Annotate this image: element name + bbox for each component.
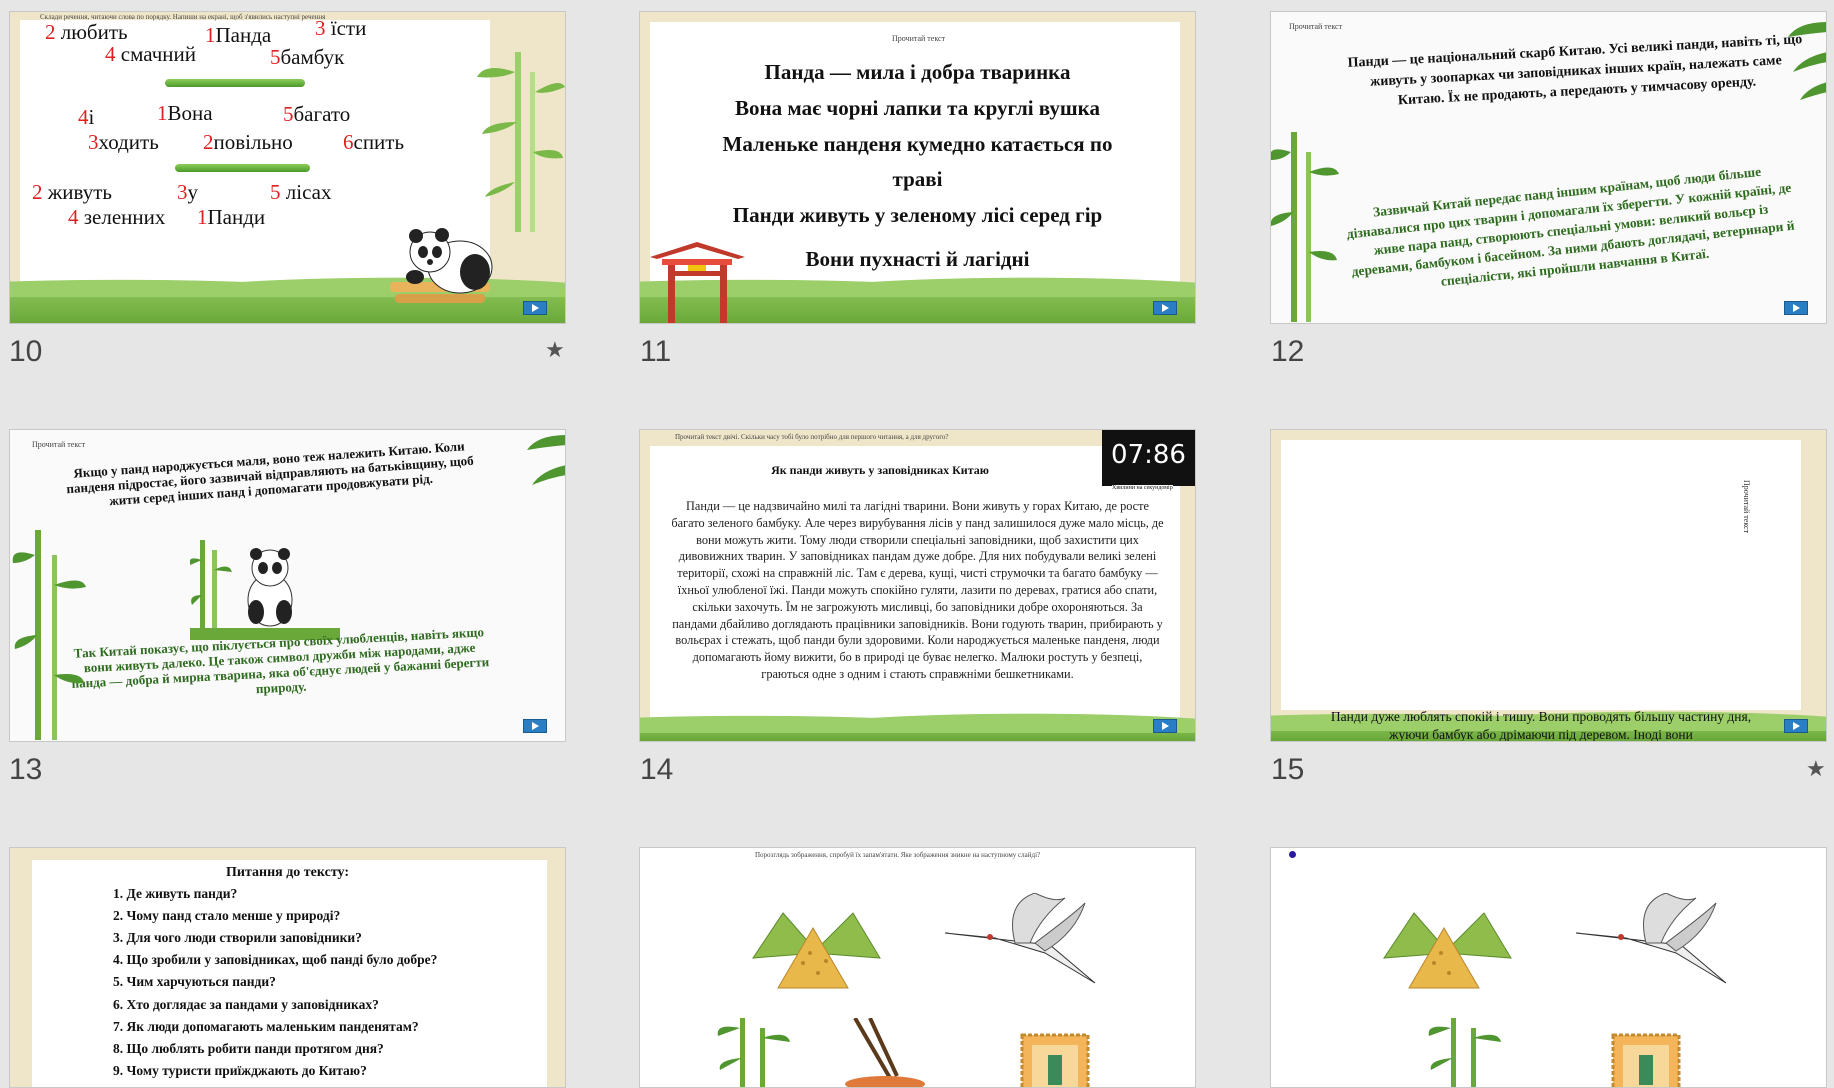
postage-stamp-icon: [1020, 1033, 1090, 1087]
slide-number: 10: [9, 335, 43, 368]
question-item: 8. Що люблять робити панди протягом дня?: [113, 1041, 384, 1056]
slide-content-area: [1281, 440, 1801, 710]
postage-stamp-icon: [1611, 1033, 1681, 1087]
rice-dumpling-icon: [752, 912, 881, 989]
slide-number: 14: [640, 753, 674, 786]
text-line: Вона має чорні лапки та круглі вушка: [735, 96, 1100, 120]
word-item: 1Вона: [157, 101, 213, 125]
slide-title: Прочитай текст: [1289, 22, 1343, 31]
bamboo-icon: [1271, 132, 1339, 322]
slide-number: 12: [1271, 335, 1305, 368]
article-title: Як панди живуть у заповідниках Китаю: [771, 463, 989, 477]
stopwatch-timer[interactable]: 07:86: [1102, 430, 1195, 486]
text-line: траві: [892, 167, 943, 191]
bamboo-icon: [477, 52, 565, 232]
question-item: 1. Де живуть панди?: [113, 886, 238, 901]
bamboo-icon: [1788, 22, 1826, 100]
rice-dumpling-icon: [1383, 912, 1512, 989]
word-item: 3 їсти: [315, 16, 367, 40]
slide-thumbnail-14[interactable]: Прочитай текст двічі. Скільки часу тобі …: [639, 429, 1196, 742]
article-body: Панди — це надзвичайно милі та лагідні т…: [671, 499, 1164, 681]
star-icon: ★: [545, 337, 565, 362]
word-item: 4 зеленних: [68, 205, 166, 229]
slide-thumbnail-10[interactable]: Склади речення, читаючи слова по порядку…: [9, 11, 566, 324]
panda-icon: [190, 540, 340, 640]
slide-thumbnail-17[interactable]: Порозглядь зображення, спробуй їх запам'…: [639, 847, 1196, 1088]
bamboo-icon: [1428, 1018, 1501, 1087]
timer-label: Хвилини на секундомір: [1112, 485, 1173, 491]
star-icon: ★: [1806, 756, 1826, 781]
word-item: 1Панди: [197, 205, 266, 229]
question-item: 5. Чим харчуються панди?: [113, 974, 276, 989]
slide-number: 11: [640, 335, 672, 368]
slide-thumbnail-18[interactable]: [1270, 847, 1827, 1088]
text-line: Маленьке панденя кумедно катається по: [722, 132, 1113, 156]
paragraph: Так Китай показує, що піклується про сво…: [71, 624, 490, 697]
word-item: 6спить: [343, 130, 405, 154]
slide-thumbnail-12[interactable]: Прочитай текст Панди — це національний с…: [1270, 11, 1827, 324]
crane-icon: [1575, 893, 1727, 984]
bamboo-stick-divider: [175, 164, 310, 172]
slide-instruction: Прочитай текст двічі. Скільки часу тобі …: [675, 433, 949, 441]
word-item: 3ходить: [88, 130, 159, 154]
play-icon[interactable]: [1153, 719, 1177, 733]
word-item: 5бамбук: [270, 45, 345, 69]
bamboo-icon: [527, 435, 565, 485]
question-item: 9. Чому туристи приїжджають до Китаю?: [113, 1063, 367, 1078]
timer-value: 07:86: [1111, 440, 1186, 470]
panda-icon: [390, 228, 493, 303]
question-item: 2. Чому панд стало менше у природі?: [113, 908, 341, 923]
question-item: 3. Для чого люди створили заповідники?: [113, 930, 362, 945]
slide-thumbnail-16[interactable]: Питання до тексту: 1. Де живуть панди? 2…: [9, 847, 566, 1088]
questions-title: Питання до тексту:: [226, 865, 349, 880]
slide-title: Прочитай текст: [892, 34, 946, 43]
play-icon[interactable]: [1784, 301, 1808, 315]
slide-thumbnail-11[interactable]: Прочитай текст Панда — мила і добра твар…: [639, 11, 1196, 324]
bamboo-icon: [12, 530, 86, 740]
word-item: 4 смачний: [105, 42, 196, 66]
text-line: Панди живуть у зеленому лісі серед гір: [732, 203, 1103, 227]
word-item: 3у: [177, 180, 198, 204]
paragraph: Панди — це національний скарб Китаю. Усі…: [1347, 32, 1803, 109]
word-item: 4і: [78, 105, 95, 129]
chinese-gate-icon: [650, 242, 745, 323]
bamboo-icon: [717, 1018, 790, 1087]
slide-instruction: Порозглядь зображення, спробуй їх запам'…: [755, 851, 1041, 859]
laser-pointer-dot: [1289, 851, 1296, 858]
word-item: 1Панда: [205, 23, 272, 47]
word-item: 2повільно: [203, 130, 293, 154]
word-item: 5 лісах: [270, 180, 332, 204]
text-line: Панда — мила і добра тваринка: [764, 60, 1071, 84]
slide-number: 13: [9, 753, 43, 786]
slide-number: 15: [1271, 753, 1305, 786]
grass-decoration: [640, 703, 1195, 741]
bamboo-stick-divider: [165, 79, 305, 87]
word-item: 2 живуть: [32, 180, 112, 204]
crane-icon: [944, 893, 1096, 984]
play-icon[interactable]: [523, 719, 547, 733]
question-item: 4. Що зробили у заповідниках, щоб панді …: [113, 952, 438, 967]
slide-thumbnail-15[interactable]: Прочитай текст Панди дуже люблять спокій…: [1270, 429, 1827, 742]
noodles-chopsticks-icon: [845, 1018, 925, 1087]
slide-text: Панди дуже люблять спокій і тишу. Вони п…: [1330, 709, 1752, 742]
slide-thumbnail-13[interactable]: Прочитай текст Якщо у панд народжується …: [9, 429, 566, 742]
paragraph: Якщо у панд народжується маля, воно теж …: [65, 438, 475, 509]
question-item: 6. Хто доглядає за пандами у заповідника…: [113, 997, 379, 1012]
play-icon[interactable]: [523, 301, 547, 315]
play-icon[interactable]: [1784, 719, 1808, 733]
question-item: 7. Як люди допомагають маленьким панденя…: [113, 1019, 419, 1034]
paragraph: Зазвичай Китай передає панд іншим країна…: [1346, 163, 1796, 289]
slide-title-vertical: Прочитай текст: [1742, 480, 1751, 534]
slide-title: Прочитай текст: [32, 440, 86, 449]
play-icon[interactable]: [1153, 301, 1177, 315]
word-item: 5багато: [283, 102, 351, 126]
